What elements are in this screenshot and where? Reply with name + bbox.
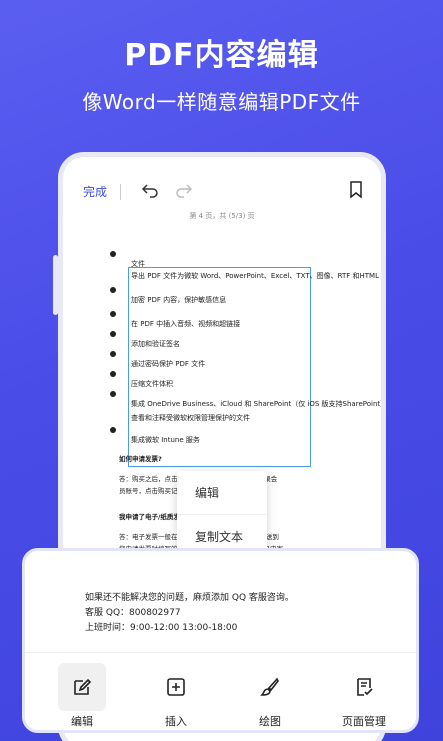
- list-item: 加密 PDF 内容，保护敏感信息: [105, 287, 365, 311]
- qq-number: 客服 QQ：800802977: [85, 608, 181, 618]
- tab-insert[interactable]: 插入: [136, 663, 216, 729]
- editor-toolbar: 完成: [63, 177, 381, 207]
- edit-icon: [58, 663, 106, 711]
- list-item: 在 PDF 中插入音频、视频和超链接: [105, 311, 365, 331]
- tab-label: 页面管理: [342, 715, 386, 728]
- tab-edit[interactable]: 编辑: [42, 663, 122, 729]
- list-item: 添加和验证签名: [105, 331, 365, 351]
- bullet-icon: [110, 331, 116, 337]
- bullet-icon: [110, 351, 116, 357]
- list-item: 导出 PDF 文件为微软 Word、PowerPoint、Excel、TXT、图…: [131, 272, 386, 280]
- work-hours: 上班时间：9:00-12:00 13:00-18:00: [85, 623, 238, 633]
- context-menu-edit[interactable]: 编辑: [177, 471, 267, 515]
- document-body: 文件 导出 PDF 文件为微软 Word、PowerPoint、Excel、TX…: [105, 251, 386, 447]
- tab-label: 绘图: [259, 715, 281, 728]
- redo-icon[interactable]: [175, 181, 193, 203]
- faq-question: 如何申请发票?: [119, 455, 162, 463]
- tab-draw[interactable]: 绘图: [230, 663, 310, 729]
- bullet-icon: [110, 391, 116, 397]
- bullet-icon: [110, 427, 116, 433]
- page-manage-icon: [340, 663, 388, 711]
- hero-subtitle: 像Word一样随意编辑PDF文件: [82, 90, 361, 114]
- list-item: 通过密码保护 PDF 文件: [105, 351, 365, 371]
- bottom-panel: 如果还不能解决您的问题，麻烦添加 QQ 客服咨询。 客服 QQ：80080297…: [22, 548, 419, 733]
- help-text: 如果还不能解决您的问题，麻烦添加 QQ 客服咨询。: [85, 593, 294, 603]
- tab-label: 编辑: [71, 715, 93, 728]
- list-item: 文件: [105, 251, 365, 271]
- brush-icon: [246, 663, 294, 711]
- bullet-icon: [110, 251, 116, 257]
- bullet-icon: [110, 287, 116, 293]
- list-item: 查看和注释受微软权限管理保护的文件: [131, 414, 250, 422]
- bullet-icon: [110, 311, 116, 317]
- insert-icon: [152, 663, 200, 711]
- context-menu: 编辑 复制文本: [177, 471, 267, 559]
- list-item: 压缩文件体积: [105, 371, 365, 391]
- page-header: 第 4 页，共 (5/3) 页: [189, 212, 255, 220]
- undo-icon[interactable]: [141, 181, 159, 203]
- list-item: 集成微软 Intune 服务: [105, 427, 365, 447]
- divider: [25, 652, 416, 653]
- toolbar-divider: [120, 184, 121, 200]
- done-button[interactable]: 完成: [83, 183, 107, 200]
- list-item: 集成 OneDrive Business、iCloud 和 SharePoint…: [105, 391, 381, 408]
- bullet-icon: [110, 371, 116, 377]
- tab-label: 插入: [165, 715, 187, 728]
- help-info: 如果还不能解决您的问题，麻烦添加 QQ 客服咨询。 客服 QQ：80080297…: [85, 591, 294, 636]
- tab-page-manage[interactable]: 页面管理: [324, 663, 404, 729]
- bookmark-icon[interactable]: [349, 181, 363, 203]
- hero-title: PDF内容编辑: [124, 38, 319, 73]
